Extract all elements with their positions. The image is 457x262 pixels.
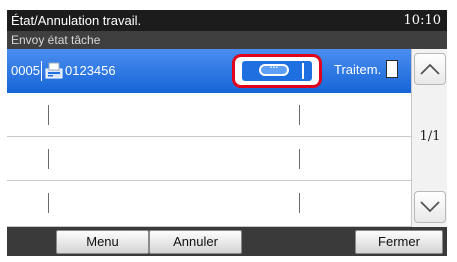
scroll-up-button[interactable]	[414, 53, 446, 85]
subheader-label: Envoy état tâche	[11, 33, 101, 47]
ellipsis-icon: …	[259, 60, 289, 76]
page-indicator: 1/1	[419, 129, 441, 144]
column-separator	[48, 193, 49, 213]
menu-button[interactable]: Menu	[56, 230, 149, 254]
scrollbar: 1/1	[411, 49, 447, 227]
job-number: 0005	[11, 63, 40, 78]
column-separator	[41, 61, 42, 81]
list-item[interactable]	[7, 137, 411, 181]
cancel-button[interactable]: Annuler	[149, 230, 242, 254]
title-bar: État/Annulation travail. 10:10	[7, 10, 447, 31]
job-row[interactable]: 0005 0123456 … Traitem.	[7, 49, 411, 93]
job-status-screen: État/Annulation travail. 10:10 Envoy éta…	[7, 10, 447, 256]
column-separator	[299, 149, 300, 169]
clock: 10:10	[403, 13, 441, 28]
scroll-down-button[interactable]	[414, 191, 446, 223]
button-divider	[302, 63, 304, 79]
column-separator	[48, 105, 49, 125]
subheader: Envoy état tâche	[7, 31, 447, 49]
list-item[interactable]	[7, 181, 411, 227]
document-icon	[386, 60, 398, 78]
detail-highlight: …	[232, 54, 322, 88]
screen-title: État/Annulation travail.	[11, 13, 142, 28]
fax-icon	[45, 62, 63, 79]
close-button[interactable]: Fermer	[355, 230, 443, 254]
job-list: 0005 0123456 … Traitem.	[7, 49, 411, 227]
column-separator	[299, 105, 300, 125]
job-status: Traitem.	[334, 62, 382, 77]
column-separator	[48, 149, 49, 169]
chevron-down-icon	[420, 201, 440, 213]
column-separator	[299, 193, 300, 213]
detail-button[interactable]: …	[242, 60, 312, 81]
list-item[interactable]	[7, 93, 411, 137]
chevron-up-icon	[420, 63, 440, 75]
job-destination: 0123456	[65, 63, 116, 78]
footer-bar: Menu Annuler Fermer	[7, 227, 447, 256]
